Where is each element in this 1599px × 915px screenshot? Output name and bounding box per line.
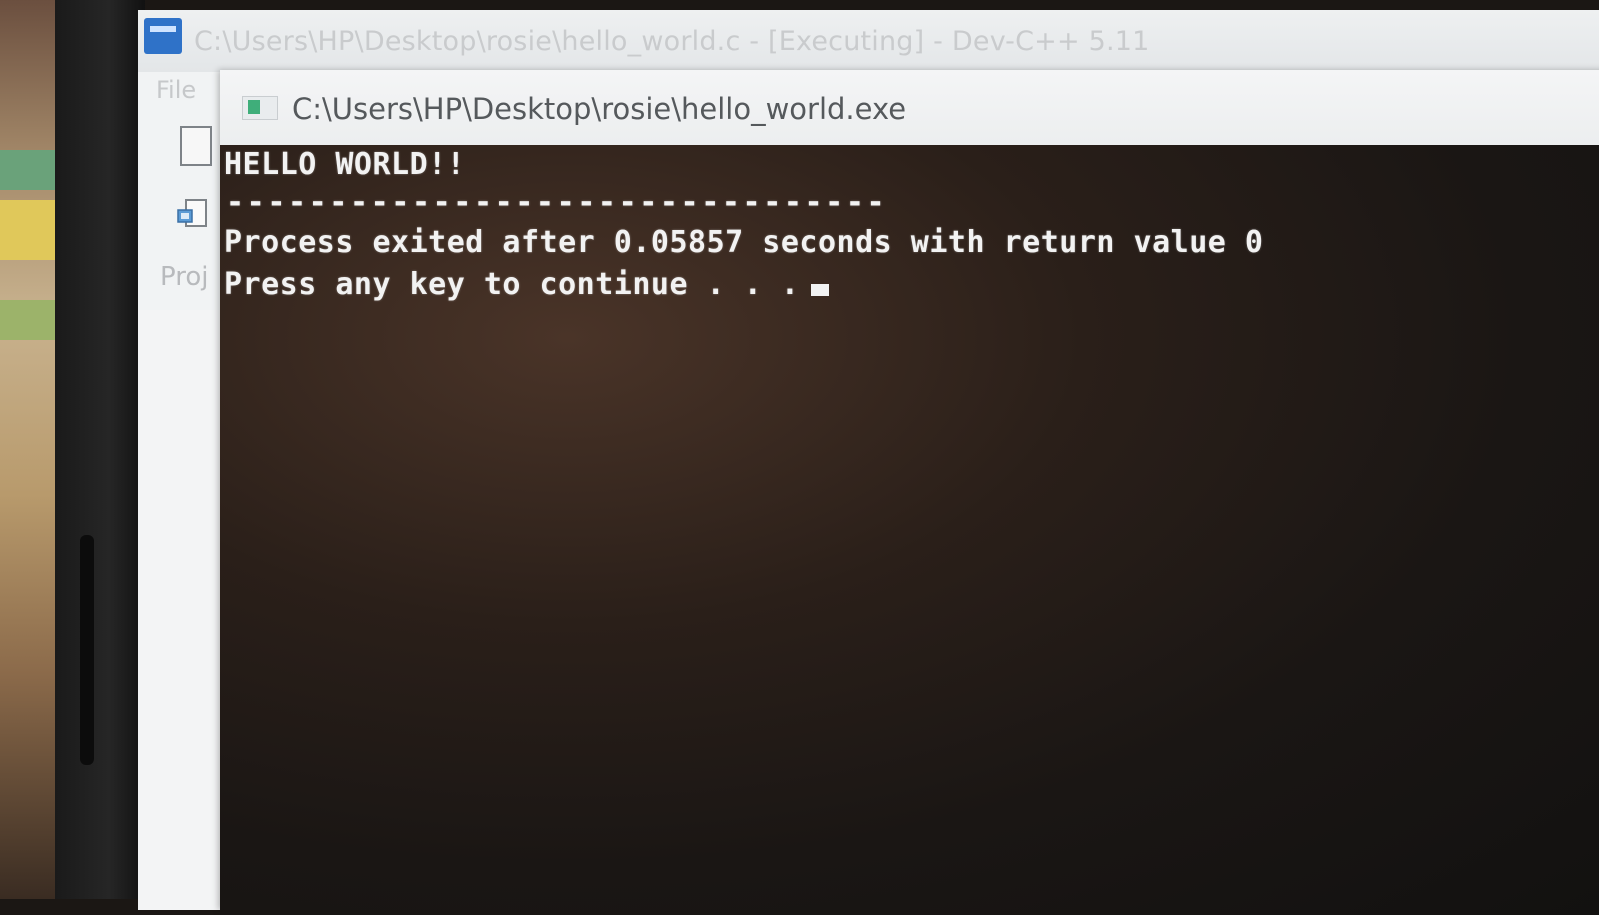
laptop-bezel bbox=[55, 0, 145, 899]
book-spine bbox=[0, 150, 60, 190]
console-line-prompt: Press any key to continue . . . bbox=[224, 267, 830, 302]
book-spine bbox=[0, 300, 60, 340]
console-line-hello: HELLO WORLD!! bbox=[224, 147, 466, 182]
bezel-slot bbox=[80, 535, 94, 765]
console-line-exit-status: Process exited after 0.05857 seconds wit… bbox=[224, 225, 1264, 260]
project-panel bbox=[138, 310, 231, 910]
book-spine bbox=[0, 200, 60, 260]
console-output[interactable]: HELLO WORLD!! --------------------------… bbox=[220, 145, 1599, 915]
project-panel-label[interactable]: Proj bbox=[160, 262, 208, 292]
console-window[interactable]: C:\Users\HP\Desktop\rosie\hello_world.ex… bbox=[220, 70, 1599, 915]
console-window-title: C:\Users\HP\Desktop\rosie\hello_world.ex… bbox=[292, 92, 907, 126]
console-app-icon bbox=[242, 96, 278, 120]
menu-file[interactable]: File bbox=[156, 76, 196, 104]
desk-background bbox=[0, 0, 60, 899]
console-line-separator: -------------------------------- bbox=[226, 185, 888, 220]
console-titlebar[interactable]: C:\Users\HP\Desktop\rosie\hello_world.ex… bbox=[220, 70, 1599, 145]
copy-icon[interactable] bbox=[174, 196, 214, 236]
text-cursor bbox=[811, 284, 830, 296]
devcpp-window-title: C:\Users\HP\Desktop\rosie\hello_world.c … bbox=[194, 26, 1150, 57]
dev-cpp-app-icon bbox=[144, 18, 182, 54]
blank-page-icon[interactable] bbox=[180, 126, 212, 166]
console-prompt-text: Press any key to continue . . . bbox=[224, 267, 800, 302]
devcpp-titlebar: C:\Users\HP\Desktop\rosie\hello_world.c … bbox=[138, 10, 1599, 72]
